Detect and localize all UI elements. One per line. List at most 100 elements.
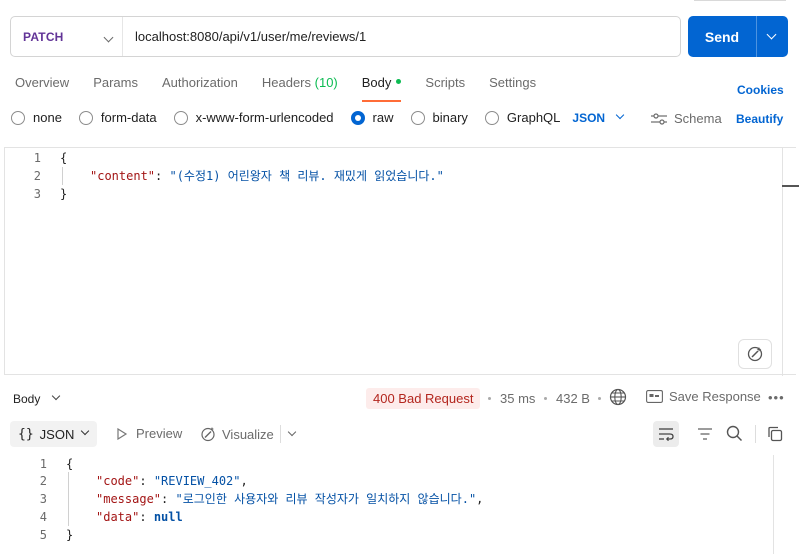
json-comma: , <box>240 474 248 488</box>
response-time[interactable]: 35 ms <box>500 391 535 406</box>
chevron-down-icon <box>615 110 625 119</box>
response-format-label: JSON <box>39 426 75 442</box>
separator-dot <box>488 397 491 400</box>
json-key: "message" <box>96 492 162 506</box>
visualize-icon <box>201 427 215 442</box>
open-brace: { <box>60 151 68 165</box>
format-select[interactable]: JSON <box>572 110 625 125</box>
close-brace: } <box>60 187 68 201</box>
toolbar-divider <box>755 425 756 443</box>
visualize-label: Visualize <box>222 426 274 442</box>
save-response-button[interactable]: Save Response <box>646 389 761 404</box>
editor-scrollbar-marker <box>782 185 799 187</box>
line-number: 3 <box>33 187 41 201</box>
response-format-select[interactable]: {} JSON <box>10 421 97 447</box>
beautify-button[interactable]: Beautify <box>736 112 783 126</box>
tab-params[interactable]: Params <box>93 75 138 90</box>
separator-dot <box>544 397 547 400</box>
play-icon <box>117 427 128 440</box>
chevron-down-icon <box>103 32 114 43</box>
tab-overview[interactable]: Overview <box>15 75 69 90</box>
body-indicator-dot <box>396 79 402 85</box>
visualize-button[interactable]: Visualize <box>200 426 274 442</box>
json-pair: "message": "로그인한 사용자와 리뷰 작성자가 일치하지 않습니다.… <box>96 490 483 508</box>
url-input[interactable]: localhost:8080/api/v1/user/me/reviews/1 <box>123 29 366 44</box>
option-urlencoded[interactable]: x-www-form-urlencoded <box>173 110 334 125</box>
filter-icon[interactable] <box>697 427 713 441</box>
json-pair: "content": "(수정1) 어린왕자 책 리뷰. 재밌게 읽었습니다." <box>90 167 444 185</box>
radio-none[interactable] <box>11 110 25 125</box>
option-binary[interactable]: binary <box>410 110 468 125</box>
tab-settings[interactable]: Settings <box>489 75 536 90</box>
tab-body-label: Body <box>361 75 392 90</box>
radio-binary[interactable] <box>410 110 425 125</box>
line-number: 4 <box>39 510 47 524</box>
tab-scripts[interactable]: Scripts <box>425 75 465 90</box>
response-size[interactable]: 432 B <box>556 391 590 406</box>
editor-scrollbar-track[interactable] <box>782 148 783 376</box>
cookies-link[interactable]: Cookies <box>737 83 784 97</box>
json-pair: "data": null <box>96 508 183 526</box>
option-raw-label: raw <box>372 110 394 125</box>
response-toolbar: {} JSON Preview Visualize <box>10 420 803 448</box>
response-body-label: Body <box>13 392 41 406</box>
separator-dot <box>598 397 601 400</box>
json-value: "(수정1) 어린왕자 책 리뷰. 재밌게 읽었습니다." <box>169 169 444 183</box>
headers-count: (10) <box>314 75 338 90</box>
json-value: "REVIEW_402" <box>153 474 241 488</box>
send-button[interactable]: Send <box>688 16 756 57</box>
status-badge[interactable]: 400 Bad Request <box>366 388 481 409</box>
option-form-data-label: form-data <box>100 110 157 125</box>
radio-graphql[interactable] <box>484 110 499 125</box>
option-raw[interactable]: raw <box>350 110 394 125</box>
chevron-down-icon[interactable] <box>287 427 297 437</box>
request-body-editor[interactable]: 1 { 2 "content": "(수정1) 어린왕자 책 리뷰. 재밌게 읽… <box>4 147 799 376</box>
option-none-label: none <box>33 110 62 125</box>
request-tabs: Overview Params Authorization Headers (1… <box>15 75 560 102</box>
method-select[interactable]: PATCH <box>11 17 123 56</box>
radio-urlencoded[interactable] <box>173 110 188 125</box>
line-number: 1 <box>39 457 47 471</box>
option-urlencoded-label: x-www-form-urlencoded <box>195 110 334 125</box>
close-brace: } <box>66 528 74 542</box>
tab-headers[interactable]: Headers (10) <box>262 75 338 90</box>
magic-wand-icon <box>747 346 763 362</box>
chevron-down-icon <box>766 29 777 40</box>
option-form-data[interactable]: form-data <box>78 110 157 125</box>
response-bar: Body 400 Bad Request 35 ms 432 B Save Re… <box>0 387 803 409</box>
save-icon <box>646 390 663 403</box>
more-options-icon[interactable]: ••• <box>768 390 785 405</box>
radio-form-data[interactable] <box>78 110 93 125</box>
schema-icon <box>651 112 667 125</box>
tab-headers-label: Headers <box>261 75 312 90</box>
option-none[interactable]: none <box>11 110 62 125</box>
tab-authorization[interactable]: Authorization <box>162 75 238 90</box>
tab-body[interactable]: Body <box>361 75 402 102</box>
copy-icon[interactable] <box>767 426 783 442</box>
wrap-lines-button[interactable] <box>653 421 679 447</box>
json-key: "data" <box>96 510 140 524</box>
response-body-select[interactable]: Body <box>13 391 61 406</box>
format-label: JSON <box>572 110 606 125</box>
radio-raw[interactable] <box>350 110 365 125</box>
schema-button[interactable]: Schema <box>651 111 722 126</box>
response-body-viewer[interactable]: 1 { 2 "code": "REVIEW_402", 3 "message":… <box>0 455 803 554</box>
line-number: 2 <box>33 169 41 183</box>
response-scrollbar-track[interactable] <box>773 455 774 554</box>
url-bar: PATCH localhost:8080/api/v1/user/me/revi… <box>10 16 681 57</box>
json-value: "로그인한 사용자와 리뷰 작성자가 일치하지 않습니다." <box>175 492 477 506</box>
json-colon: : <box>139 510 154 524</box>
top-edge <box>0 0 803 8</box>
option-graphql-label: GraphQL <box>506 110 561 125</box>
search-icon[interactable] <box>726 425 743 442</box>
option-graphql[interactable]: GraphQL <box>484 110 561 125</box>
chevron-down-icon <box>52 391 61 401</box>
globe-icon[interactable] <box>609 388 627 406</box>
ai-assist-button[interactable] <box>738 339 772 369</box>
open-brace: { <box>66 457 74 471</box>
line-number: 1 <box>33 151 41 165</box>
method-label: PATCH <box>23 29 64 44</box>
save-response-label: Save Response <box>669 389 761 404</box>
preview-button[interactable]: Preview <box>116 426 182 441</box>
send-options-button[interactable] <box>757 16 788 57</box>
